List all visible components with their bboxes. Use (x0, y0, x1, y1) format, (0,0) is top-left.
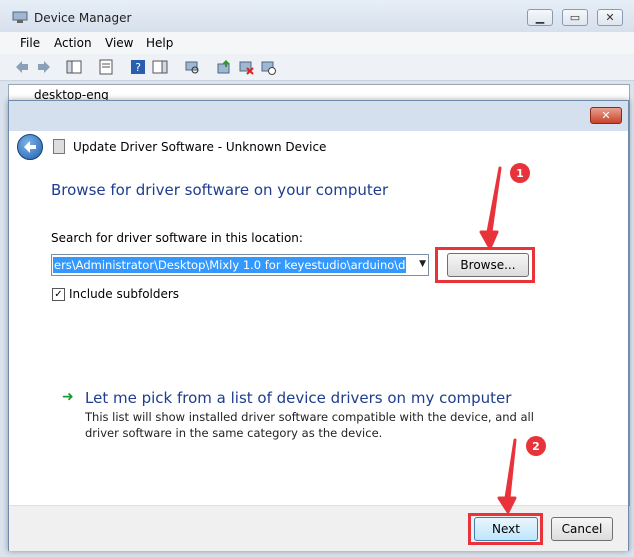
include-subfolders-checkbox[interactable]: ✓ (52, 288, 65, 301)
maximize-button[interactable]: ▭ (562, 9, 588, 26)
location-label: Search for driver software in this locat… (51, 231, 303, 245)
help-icon[interactable]: ? (130, 59, 146, 75)
next-button[interactable]: Next (474, 517, 538, 541)
next-button-label: Next (492, 522, 520, 536)
pick-from-list-link[interactable]: Let me pick from a list of device driver… (85, 389, 511, 407)
checkmark-icon: ✓ (54, 289, 63, 300)
menu-file[interactable]: File (20, 36, 40, 50)
green-arrow-icon: ➜ (62, 389, 74, 405)
dialog-close-button[interactable]: ✕ (590, 107, 622, 124)
cancel-button-label: Cancel (561, 522, 603, 536)
pick-from-list-description: This list will show installed driver sof… (85, 410, 534, 440)
device-manager-title: Device Manager (34, 11, 132, 25)
minimize-button[interactable]: ▁ (527, 9, 553, 26)
uninstall-icon[interactable] (238, 59, 254, 75)
device-manager-icon (12, 11, 28, 23)
dialog-titlebar[interactable]: ✕ (9, 101, 628, 131)
close-icon: ✕ (601, 109, 611, 122)
menu-view[interactable]: View (105, 36, 133, 50)
menu-action[interactable]: Action (54, 36, 92, 50)
minimize-icon: ▁ (535, 11, 545, 24)
update-driver-dialog: ✕ Update Driver Software - Unknown Devic… (8, 100, 629, 551)
svg-text:?: ? (135, 61, 141, 74)
cancel-button[interactable]: Cancel (551, 517, 613, 541)
scan-hardware-icon[interactable] (184, 59, 200, 75)
maximize-icon: ▭ (569, 11, 581, 24)
menu-bar: File Action View Help (0, 32, 634, 54)
annotation-badge-1-label: 1 (516, 166, 524, 180)
dialog-header: Update Driver Software - Unknown Device (9, 131, 628, 165)
page-heading: Browse for driver software on your compu… (51, 181, 389, 199)
close-window-button[interactable]: ✕ (597, 9, 623, 26)
device-icon (53, 139, 65, 154)
annotation-badge-1: 1 (510, 163, 530, 183)
action-pane-icon[interactable] (152, 59, 168, 75)
update-driver-icon[interactable] (216, 59, 232, 75)
properties-icon[interactable] (98, 59, 114, 75)
driver-path-combobox[interactable]: ers\Administrator\Desktop\Mixly 1.0 for … (51, 254, 429, 276)
close-icon: ✕ (605, 11, 615, 24)
browse-highlight-box (435, 247, 535, 283)
menu-help[interactable]: Help (146, 36, 173, 50)
device-manager-titlebar[interactable]: Device Manager ▁ ▭ ✕ (0, 0, 634, 32)
driver-path-value[interactable]: ers\Administrator\Desktop\Mixly 1.0 for … (53, 257, 406, 273)
annotation-badge-2-label: 2 (532, 439, 540, 453)
back-arrow-icon (24, 141, 36, 153)
console-tree-icon[interactable] (66, 59, 82, 75)
toolbar: ? (0, 54, 634, 81)
annotation-badge-2: 2 (526, 436, 546, 456)
forward-arrow-icon[interactable] (36, 59, 52, 75)
back-arrow-icon[interactable] (14, 59, 30, 75)
include-subfolders-label[interactable]: Include subfolders (69, 287, 179, 301)
dropdown-arrow-icon[interactable]: ▼ (419, 259, 426, 269)
back-button[interactable] (17, 134, 43, 160)
dialog-title: Update Driver Software - Unknown Device (73, 140, 327, 154)
disable-device-icon[interactable] (260, 59, 276, 75)
